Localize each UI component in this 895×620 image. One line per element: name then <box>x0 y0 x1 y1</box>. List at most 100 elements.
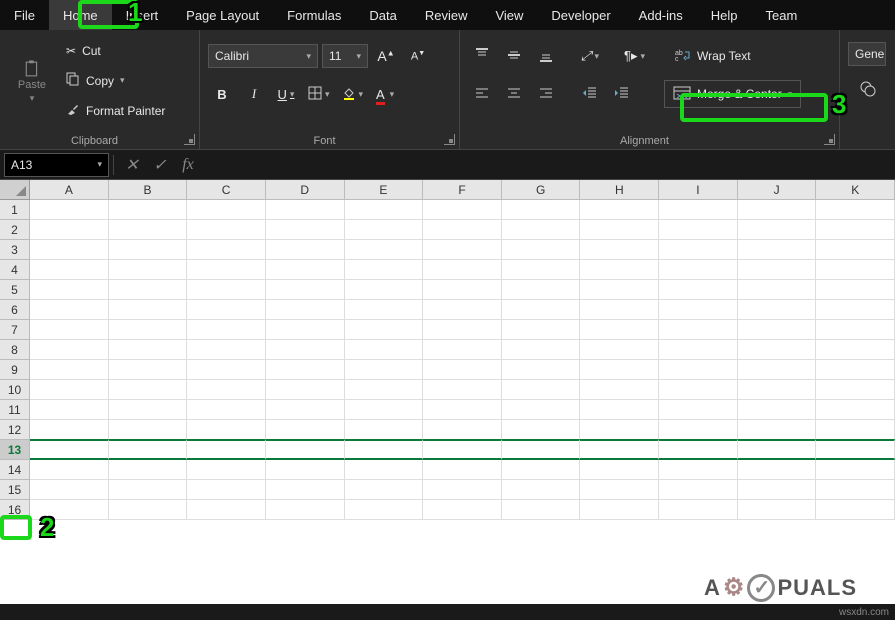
cell[interactable] <box>187 340 266 360</box>
row-header[interactable]: 1 <box>0 200 30 220</box>
cell[interactable] <box>423 480 502 500</box>
row-header[interactable]: 4 <box>0 260 30 280</box>
cell[interactable] <box>187 280 266 300</box>
row-header[interactable]: 3 <box>0 240 30 260</box>
cell[interactable] <box>30 220 109 240</box>
cell[interactable] <box>816 260 895 280</box>
cell[interactable] <box>345 280 424 300</box>
cell[interactable] <box>345 260 424 280</box>
increase-font-button[interactable]: A▲ <box>372 42 400 70</box>
column-header[interactable]: H <box>580 180 659 200</box>
cell[interactable] <box>423 420 502 440</box>
cell[interactable] <box>580 300 659 320</box>
insert-function-button[interactable]: fx <box>174 156 202 174</box>
formula-input[interactable] <box>202 153 895 177</box>
menu-team[interactable]: Team <box>752 0 812 30</box>
cell[interactable] <box>816 400 895 420</box>
cell[interactable] <box>816 200 895 220</box>
cell[interactable] <box>423 400 502 420</box>
cell[interactable] <box>659 320 738 340</box>
cell[interactable] <box>345 300 424 320</box>
cell[interactable] <box>659 220 738 240</box>
cell[interactable] <box>109 240 188 260</box>
cell[interactable] <box>345 220 424 240</box>
menu-formulas[interactable]: Formulas <box>273 0 355 30</box>
cell[interactable] <box>502 380 581 400</box>
cell[interactable] <box>580 400 659 420</box>
row-header[interactable]: 14 <box>0 460 30 480</box>
cell[interactable] <box>345 340 424 360</box>
cell[interactable] <box>423 240 502 260</box>
cell[interactable] <box>580 320 659 340</box>
cell[interactable] <box>659 420 738 440</box>
borders-button[interactable]: ▾ <box>304 80 334 108</box>
cell[interactable] <box>423 320 502 340</box>
cell[interactable] <box>502 460 581 480</box>
cell[interactable] <box>187 380 266 400</box>
cell[interactable] <box>187 420 266 440</box>
font-family-select[interactable]: Calibri▾ <box>208 44 318 68</box>
cell[interactable] <box>738 439 817 460</box>
menu-home[interactable]: Home <box>49 0 112 30</box>
alignment-dialog-launcher[interactable] <box>824 134 835 145</box>
align-right-button[interactable] <box>532 80 560 108</box>
cell[interactable] <box>502 439 581 460</box>
column-header[interactable]: A <box>30 180 109 200</box>
cell[interactable] <box>580 460 659 480</box>
cell[interactable] <box>30 360 109 380</box>
cell[interactable] <box>30 439 109 460</box>
cell[interactable] <box>109 280 188 300</box>
cell[interactable] <box>266 400 345 420</box>
cell[interactable] <box>266 360 345 380</box>
accounting-format-button[interactable] <box>848 76 887 104</box>
cell[interactable] <box>659 240 738 260</box>
cell[interactable] <box>30 380 109 400</box>
cell[interactable] <box>109 360 188 380</box>
column-header[interactable]: D <box>266 180 345 200</box>
cell[interactable] <box>109 500 188 520</box>
cell[interactable] <box>109 439 188 460</box>
cell[interactable] <box>30 240 109 260</box>
cell[interactable] <box>266 300 345 320</box>
row-header[interactable]: 8 <box>0 340 30 360</box>
decrease-indent-button[interactable] <box>576 80 604 108</box>
cell[interactable] <box>580 200 659 220</box>
cell[interactable] <box>109 260 188 280</box>
cell[interactable] <box>30 200 109 220</box>
row-header[interactable]: 9 <box>0 360 30 380</box>
cell[interactable] <box>502 280 581 300</box>
increase-indent-button[interactable] <box>608 80 636 108</box>
cell[interactable] <box>580 420 659 440</box>
cell[interactable] <box>423 460 502 480</box>
cell[interactable] <box>738 380 817 400</box>
cell[interactable] <box>109 460 188 480</box>
cell[interactable] <box>816 280 895 300</box>
cell[interactable] <box>816 300 895 320</box>
row-header[interactable]: 10 <box>0 380 30 400</box>
cell[interactable] <box>266 380 345 400</box>
select-all-corner[interactable] <box>0 180 30 200</box>
column-header[interactable]: E <box>345 180 424 200</box>
cell[interactable] <box>109 220 188 240</box>
cell[interactable] <box>659 280 738 300</box>
cell[interactable] <box>30 320 109 340</box>
cell[interactable] <box>502 340 581 360</box>
align-middle-button[interactable] <box>500 42 528 70</box>
cell[interactable] <box>423 360 502 380</box>
cell[interactable] <box>266 480 345 500</box>
cell[interactable] <box>423 200 502 220</box>
cell[interactable] <box>187 300 266 320</box>
cell[interactable] <box>30 420 109 440</box>
cell[interactable] <box>502 260 581 280</box>
decrease-font-button[interactable]: A▼ <box>404 42 432 70</box>
font-dialog-launcher[interactable] <box>444 134 455 145</box>
cell[interactable] <box>266 439 345 460</box>
cell[interactable] <box>345 480 424 500</box>
cell[interactable] <box>109 320 188 340</box>
cell[interactable] <box>109 480 188 500</box>
cell[interactable] <box>187 320 266 340</box>
cell[interactable] <box>502 320 581 340</box>
cell[interactable] <box>266 200 345 220</box>
cell[interactable] <box>580 439 659 460</box>
column-header[interactable]: C <box>187 180 266 200</box>
